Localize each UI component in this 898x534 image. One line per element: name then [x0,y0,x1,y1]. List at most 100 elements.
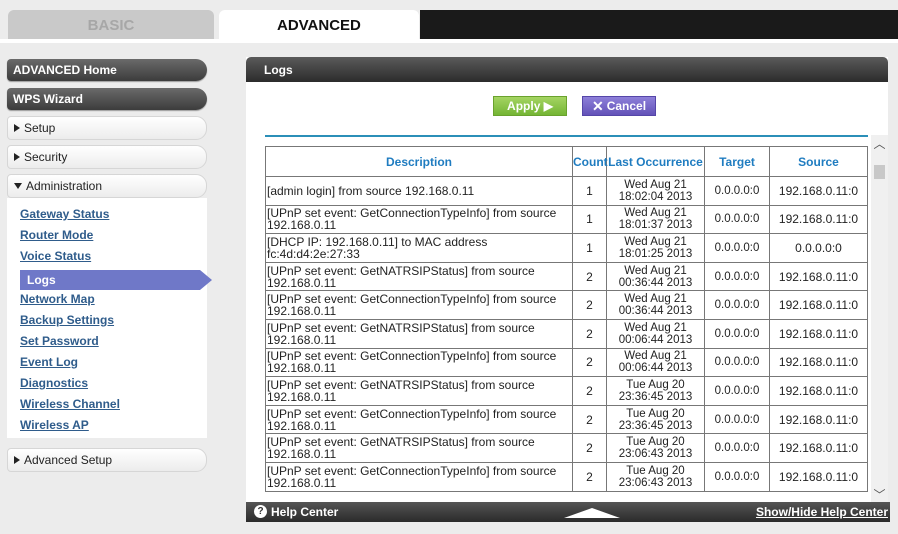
expand-arrow-icon [14,456,20,464]
header-last-occurrence: Last Occurrence [606,146,705,177]
sidebar-item-set-password[interactable]: Set Password [20,334,99,348]
sidebar-item-gateway-status[interactable]: Gateway Status [20,207,109,221]
help-center-bar: ? Help Center Show/Hide Help Center [246,502,890,522]
table-row: [UPnP set event: GetNATRSIPStatus] from … [265,261,868,292]
cell-description: [UPnP set event: GetNATRSIPStatus] from … [265,318,573,349]
sidebar-item-administration[interactable]: Administration [7,174,207,198]
cell-count: 2 [572,347,607,378]
cell-target: 0.0.0.0:0 [704,233,770,263]
sidebar-item-network-map[interactable]: Network Map [20,292,95,306]
sidebar-item-label: Administration [26,179,103,193]
cancel-button[interactable]: ✕ Cancel [582,96,656,116]
sidebar-item-setup[interactable]: Setup [7,116,207,140]
table-row: [UPnP set event: GetConnectionTypeInfo] … [265,347,868,378]
sidebar-item-wps-wizard[interactable]: WPS Wizard [7,88,207,110]
apply-button-label: Apply ▶ [507,99,553,113]
cell-description: [UPnP set event: GetConnectionTypeInfo] … [265,404,573,435]
table-row: [UPnP set event: GetNATRSIPStatus] from … [265,376,868,406]
table-row: [UPnP set event: GetConnectionTypeInfo] … [265,290,868,320]
table-row: [UPnP set event: GetConnectionTypeInfo] … [265,461,868,492]
sidebar-item-event-log[interactable]: Event Log [20,355,78,369]
cell-description: [UPnP set event: GetConnectionTypeInfo] … [265,347,573,378]
cell-target: 0.0.0.0:0 [704,261,770,292]
cell-description: [DHCP IP: 192.168.0.11] to MAC address f… [265,233,573,263]
top-strip [420,10,898,40]
cell-count: 2 [572,290,607,320]
header-count: Count [572,146,608,177]
cancel-button-label: Cancel [606,99,647,113]
cell-target: 0.0.0.0:0 [704,347,770,378]
sidebar-item-voice-status[interactable]: Voice Status [20,249,91,263]
table-row: [UPnP set event: GetConnectionTypeInfo] … [265,204,868,235]
scroll-up-icon[interactable]: ︿ [871,135,888,152]
cell-target: 0.0.0.0:0 [704,290,770,320]
tab-advanced[interactable]: ADVANCED [219,10,419,40]
table-row: [DHCP IP: 192.168.0.11] to MAC address f… [265,233,868,263]
cell-last-occurrence: Wed Aug 21 18:01:25 2013 [606,233,705,263]
table-scrollbar[interactable]: ︿ ﹀ [871,135,888,503]
cell-count: 2 [572,461,607,492]
logs-table-container: Description Count Last Occurrence Target… [265,146,869,498]
sidebar-item-label: Setup [24,121,56,135]
cell-description: [UPnP set event: GetConnectionTypeInfo] … [265,461,573,492]
show-hide-help-link[interactable]: Show/Hide Help Center [756,505,888,519]
cell-source: 192.168.0.11:0 [769,433,868,463]
logs-table-body: [admin login] from source 192.168.0.11 1 W… [265,176,868,492]
sidebar-item-advanced-setup[interactable]: Advanced Setup [7,448,207,472]
logs-table: Description Count Last Occurrence Target… [265,146,868,492]
tab-basic[interactable]: BASIC [8,10,214,40]
sidebar-item-router-mode[interactable]: Router Mode [20,228,93,242]
expand-arrow-icon [14,153,20,161]
sidebar-item-wireless-channel[interactable]: Wireless Channel [20,397,120,411]
expand-arrow-icon [14,124,20,132]
cell-target: 0.0.0.0:0 [704,204,770,235]
sidebar-item-diagnostics[interactable]: Diagnostics [20,376,88,390]
table-row: [UPnP set event: GetConnectionTypeInfo] … [265,404,868,435]
sidebar-item-label: Logs [27,273,56,287]
cell-last-occurrence: Tue Aug 20 23:06:43 2013 [606,433,705,463]
cell-source: 192.168.0.11:0 [769,404,868,435]
apply-button[interactable]: Apply ▶ [493,96,567,116]
main-panel: Logs Apply ▶ ✕ Cancel Description Count L… [246,57,888,522]
header-description: Description [265,146,573,177]
sidebar-item-security[interactable]: Security [7,145,207,169]
cell-last-occurrence: Wed Aug 21 18:01:37 2013 [606,204,705,235]
sidebar-item-logs[interactable]: Logs [7,270,212,290]
sidebar-item-label: WPS Wizard [13,92,83,106]
active-arrow-icon [200,270,212,290]
cell-count: 1 [572,176,607,206]
cell-count: 2 [572,318,607,349]
sidebar-item-advanced-home[interactable]: ADVANCED Home [7,59,207,81]
scroll-thumb[interactable] [874,165,885,179]
divider [265,135,868,137]
cell-target: 0.0.0.0:0 [704,318,770,349]
table-header-row: Description Count Last Occurrence Target… [265,146,868,177]
sidebar-item-wireless-ap[interactable]: Wireless AP [20,418,89,432]
cell-last-occurrence: Wed Aug 21 00:36:44 2013 [606,261,705,292]
collapse-arrow-icon [14,183,22,189]
top-tab-bar: BASIC ADVANCED [0,0,898,43]
page-title: Logs [246,57,888,82]
cell-source: 192.168.0.11:0 [769,261,868,292]
cell-description: [UPnP set event: GetNATRSIPStatus] from … [265,261,573,292]
expand-handle-icon[interactable] [564,508,620,518]
cell-target: 0.0.0.0:0 [704,461,770,492]
sidebar-item-label: Advanced Setup [24,453,113,467]
cell-source: 192.168.0.11:0 [769,318,868,349]
cell-last-occurrence: Wed Aug 21 18:02:04 2013 [606,176,705,206]
cell-last-occurrence: Tue Aug 20 23:06:43 2013 [606,461,705,492]
cell-description: [admin login] from source 192.168.0.11 [265,176,573,206]
scroll-down-icon[interactable]: ﹀ [871,486,888,503]
sidebar-item-backup-settings[interactable]: Backup Settings [20,313,114,327]
cell-description: [UPnP set event: GetNATRSIPStatus] from … [265,433,573,463]
cell-last-occurrence: Tue Aug 20 23:36:45 2013 [606,376,705,406]
sidebar-item-label: Security [24,150,68,164]
top-divider [0,39,898,43]
help-center-label[interactable]: Help Center [271,505,338,519]
close-icon: ✕ [591,97,604,114]
help-icon[interactable]: ? [254,505,267,518]
cell-source: 192.168.0.11:0 [769,376,868,406]
cell-last-occurrence: Wed Aug 21 00:36:44 2013 [606,290,705,320]
cell-target: 0.0.0.0:0 [704,176,770,206]
sidebar-item-label: ADVANCED Home [13,63,117,77]
